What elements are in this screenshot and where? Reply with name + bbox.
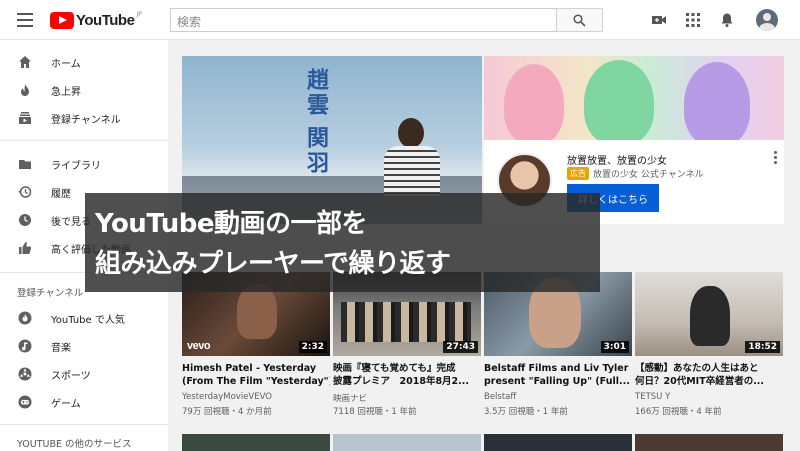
search-button[interactable] <box>557 8 603 32</box>
video-camera-icon[interactable] <box>651 12 667 28</box>
sidebar-item-label: ホーム <box>51 59 81 70</box>
anime-character <box>684 62 750 140</box>
ad-channel-name[interactable]: 放置の少女 公式チャンネル <box>593 167 704 180</box>
logo-region: JP <box>136 10 142 18</box>
sidebar-divider <box>0 424 168 425</box>
home-icon <box>19 56 31 68</box>
youtube-play-icon <box>50 11 74 29</box>
sidebar-item-label: 登録チャンネル <box>51 115 121 126</box>
sidebar-item-label: YouTube で人気 <box>51 315 125 326</box>
sidebar-item-popular[interactable]: YouTube で人気 <box>0 304 168 332</box>
banner-person-body <box>384 146 440 196</box>
thumbnail-figure <box>341 302 471 342</box>
clock-icon <box>19 214 31 226</box>
account-avatar[interactable] <box>756 9 778 31</box>
video-title-line2[interactable]: 披露プレミア 2018年8月2... <box>333 375 481 388</box>
sidebar-item-gaming[interactable]: ゲーム <box>0 388 168 416</box>
ad-badge: 広告 <box>567 167 589 180</box>
sidebar-item-trending[interactable]: 急上昇 <box>0 76 168 104</box>
video-thumbnail[interactable]: 18:52 <box>635 272 783 356</box>
video-thumbnail[interactable] <box>182 434 330 451</box>
menu-icon[interactable] <box>17 13 33 27</box>
video-channel[interactable]: YesterdayMovieVEVO <box>182 392 272 402</box>
banner-text-1: 趙雲 <box>303 68 329 118</box>
more-options-icon[interactable] <box>774 151 778 165</box>
sidebar-item-label: ゲーム <box>51 399 81 410</box>
more-services-heading: YOUTUBE の他のサービス <box>17 439 132 450</box>
video-title-line2[interactable]: present "Falling Up" (Full... <box>484 375 632 388</box>
caption-line-2: 組み込みプレーヤーで繰り返す <box>95 249 451 279</box>
sports-icon <box>18 367 32 381</box>
video-meta: 166万 回視聴・4 年前 <box>635 407 722 417</box>
flame-icon <box>21 84 29 96</box>
thumbs-up-icon <box>19 242 32 254</box>
thumbnail-figure <box>690 286 730 346</box>
sidebar-item-label: スポーツ <box>51 371 91 382</box>
logo-text: YouTube <box>76 11 135 29</box>
sidebar-divider <box>0 140 168 141</box>
video-meta: 3.5万 回視聴・1 年前 <box>484 407 568 417</box>
youtube-popular-icon <box>18 311 32 325</box>
video-channel[interactable]: TETSU Y <box>635 392 670 402</box>
banner-person <box>398 118 424 148</box>
sidebar-item-label: 急上昇 <box>51 87 81 98</box>
music-icon <box>18 339 32 353</box>
video-title[interactable]: Belstaff Films and Liv Tyler <box>484 362 632 375</box>
ad-banner-image[interactable] <box>484 56 784 140</box>
video-title-line2[interactable]: (From The Film "Yesterday") <box>182 375 330 388</box>
sidebar-item-label: ライブラリ <box>51 161 101 172</box>
sidebar-item-home[interactable]: ホーム <box>0 48 168 76</box>
gaming-icon <box>18 395 32 409</box>
subscriptions-icon <box>19 112 31 124</box>
video-thumbnail[interactable] <box>484 434 632 451</box>
search-icon <box>573 13 586 27</box>
bell-icon[interactable] <box>719 12 735 28</box>
video-title-line2[interactable]: 何日？20代MIT卒経営者の... <box>635 375 783 388</box>
banner-text-2: 関羽 <box>303 126 329 176</box>
search-bar: 検索 <box>170 8 603 32</box>
video-thumbnail[interactable] <box>333 434 481 451</box>
video-title[interactable]: 【感動】あなたの人生はあと <box>635 362 783 375</box>
anime-character <box>584 60 654 140</box>
sidebar-item-sports[interactable]: スポーツ <box>0 360 168 388</box>
video-channel[interactable]: 映画ナビ <box>333 392 367 404</box>
youtube-logo[interactable]: YouTube JP <box>50 11 142 29</box>
video-duration: 2:32 <box>298 341 327 353</box>
vevo-logo: vevo <box>187 340 211 352</box>
top-bar: YouTube JP 検索 <box>0 0 800 40</box>
sidebar-item-music[interactable]: 音楽 <box>0 332 168 360</box>
video-thumbnail[interactable] <box>635 434 783 451</box>
ad-title[interactable]: 放置放置、放置の少女 <box>567 152 667 167</box>
video-meta: 7118 回視聴・1 年前 <box>333 407 417 417</box>
apps-grid-icon[interactable] <box>685 12 701 28</box>
video-duration: 18:52 <box>745 341 780 353</box>
sidebar-item-label: 履歴 <box>51 189 71 200</box>
sidebar-item-subscriptions[interactable]: 登録チャンネル <box>0 104 168 132</box>
search-input[interactable]: 検索 <box>170 8 557 32</box>
subscriptions-heading: 登録チャンネル <box>17 288 84 299</box>
sidebar-item-label: 音楽 <box>51 343 71 354</box>
caption-line-1: YouTube動画の一部を <box>95 209 367 239</box>
video-channel[interactable]: Belstaff <box>484 392 516 402</box>
video-title[interactable]: Himesh Patel - Yesterday <box>182 362 330 375</box>
video-duration: 27:43 <box>443 341 478 353</box>
history-icon <box>18 186 32 198</box>
caption-overlay: YouTube動画の一部を 組み込みプレーヤーで繰り返す <box>85 193 600 292</box>
video-title[interactable]: 映画『寝ても覚めても』完成 <box>333 362 481 375</box>
folder-icon <box>19 160 31 169</box>
video-meta: 79万 回視聴・4 か月前 <box>182 407 272 417</box>
thumbnail-figure <box>237 284 277 339</box>
anime-character <box>504 64 564 140</box>
sidebar-item-library[interactable]: ライブラリ <box>0 150 168 178</box>
video-duration: 3:01 <box>600 341 629 353</box>
